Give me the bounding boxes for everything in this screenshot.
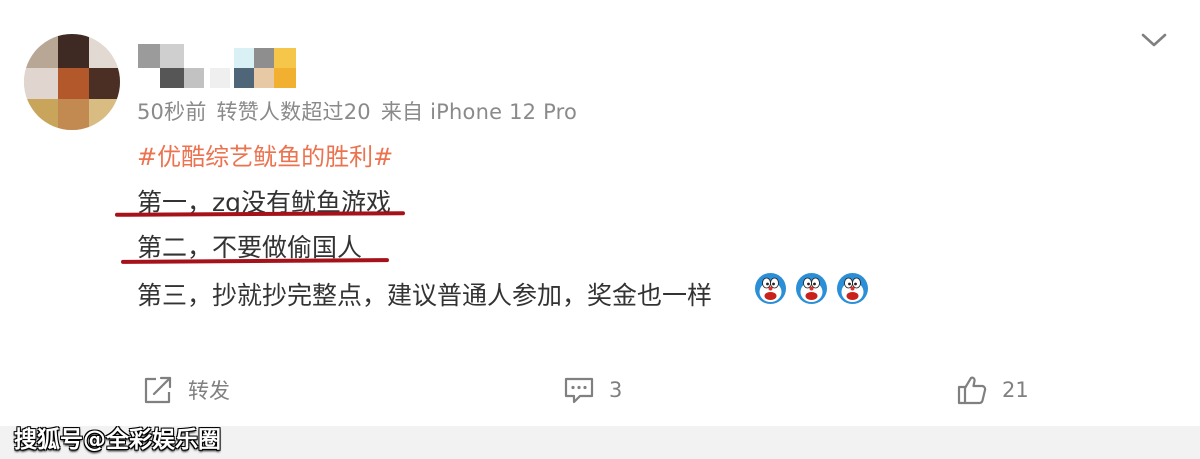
username-pixel xyxy=(160,44,184,68)
avatar-pixel xyxy=(24,68,58,99)
emoji-group xyxy=(754,272,877,308)
username-pixel xyxy=(184,68,204,88)
avatar-pixel xyxy=(58,68,89,99)
repost-like-count-text: 转赞人数超过20 xyxy=(216,100,371,124)
post-time: 50秒前 xyxy=(137,100,207,124)
thumbs-up-icon xyxy=(957,376,987,405)
username-pixel xyxy=(254,68,274,88)
username-pixel xyxy=(160,68,184,88)
post-meta: 50秒前 转赞人数超过20 来自 iPhone 12 Pro xyxy=(137,96,587,126)
avatar-pixel xyxy=(24,34,58,68)
post-source[interactable]: 来自 iPhone 12 Pro xyxy=(381,100,577,124)
username-pixel xyxy=(138,44,160,68)
chevron-down-icon[interactable] xyxy=(1140,30,1168,50)
avatar-pixel xyxy=(89,99,120,130)
repost-button[interactable]: 转发 xyxy=(142,374,230,406)
avatar-pixel xyxy=(24,99,58,130)
username-pixel xyxy=(274,48,296,68)
username-pixel xyxy=(274,68,296,88)
like-count: 21 xyxy=(1002,378,1029,402)
avatar-pixel xyxy=(89,68,120,99)
username-pixel xyxy=(234,68,254,88)
watermark: 搜狐号@全彩娱乐圈 xyxy=(14,427,221,453)
repost-label: 转发 xyxy=(188,379,230,403)
hashtag-link[interactable]: #优酷综艺鱿鱼的胜利# xyxy=(137,137,393,172)
doraemon-emoji-icon xyxy=(795,272,828,305)
username-pixel xyxy=(210,68,230,88)
username[interactable] xyxy=(138,44,302,90)
doraemon-emoji-icon xyxy=(836,272,869,305)
avatar-pixel xyxy=(58,99,89,130)
doraemon-emoji-icon xyxy=(754,272,787,305)
avatar-pixel xyxy=(89,34,120,68)
like-button[interactable]: 21 xyxy=(956,374,1029,406)
username-pixel xyxy=(254,48,274,68)
username-pixel xyxy=(234,48,254,68)
comment-icon xyxy=(564,377,594,404)
comment-count: 3 xyxy=(609,378,623,402)
avatar-pixel xyxy=(58,34,89,68)
post-line-3: 第三，抄就抄完整点，建议普通人参加，奖金也一样 xyxy=(137,281,713,310)
avatar[interactable] xyxy=(24,34,120,130)
repost-icon xyxy=(144,376,172,404)
comment-button[interactable]: 3 xyxy=(563,374,622,406)
